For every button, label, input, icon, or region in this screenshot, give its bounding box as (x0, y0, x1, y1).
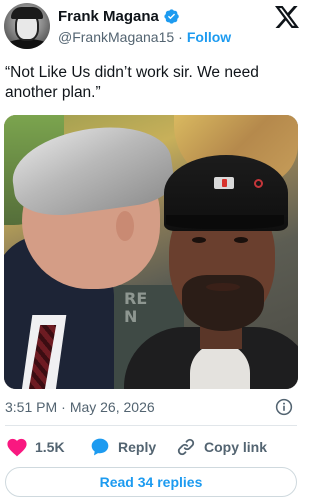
divider (5, 425, 297, 426)
cap-ring-icon (254, 179, 263, 188)
avatar-cap (11, 7, 43, 19)
handle-separator: · (178, 29, 183, 45)
eye (192, 237, 206, 243)
avatar[interactable] (4, 3, 50, 49)
cap-logo-icon (214, 177, 234, 189)
like-count: 1.5K (35, 439, 65, 455)
handle-row: @FrankMagana15 · Follow (58, 28, 231, 46)
reply-bubble-icon (91, 438, 109, 456)
tweet-header: Frank Magana @FrankMagana15 · Follow (0, 0, 311, 58)
tweet-card: Frank Magana @FrankMagana15 · Follow “No… (0, 0, 311, 500)
follow-button[interactable]: Follow (187, 29, 231, 45)
eye (234, 237, 248, 243)
verified-badge-icon (164, 8, 179, 24)
cap-brim (166, 215, 284, 229)
author-handle[interactable]: @FrankMagana15 (58, 29, 174, 45)
x-logo-icon[interactable] (275, 6, 299, 28)
tweet-date: May 26, 2026 (69, 399, 155, 415)
action-row: 1.5K Reply Copy link (0, 436, 311, 458)
read-replies-button[interactable]: Read 34 replies (5, 467, 297, 497)
mouth (206, 283, 240, 291)
author-display-name[interactable]: Frank Magana (58, 8, 159, 25)
man-ear (116, 211, 134, 241)
tweet-text: “Not Like Us didn’t work sir. We need an… (5, 64, 259, 101)
copy-link-button[interactable]: Copy link (176, 436, 267, 458)
timestamp-separator: · (61, 399, 66, 415)
like-button[interactable]: 1.5K (7, 436, 65, 458)
info-icon[interactable] (275, 398, 293, 416)
reply-label: Reply (118, 439, 157, 455)
heart-icon (7, 438, 27, 456)
mural-text: RE N (124, 289, 148, 326)
link-icon (177, 438, 195, 456)
reply-button[interactable]: Reply (90, 436, 156, 458)
name-row: Frank Magana (58, 6, 180, 26)
tweet-time: 3:51 PM (5, 399, 58, 415)
tweet-media-image[interactable]: RE N (4, 115, 298, 389)
tweet-timestamp[interactable]: 3:51 PM · May 26, 2026 (5, 397, 155, 417)
copy-link-label: Copy link (204, 439, 268, 455)
